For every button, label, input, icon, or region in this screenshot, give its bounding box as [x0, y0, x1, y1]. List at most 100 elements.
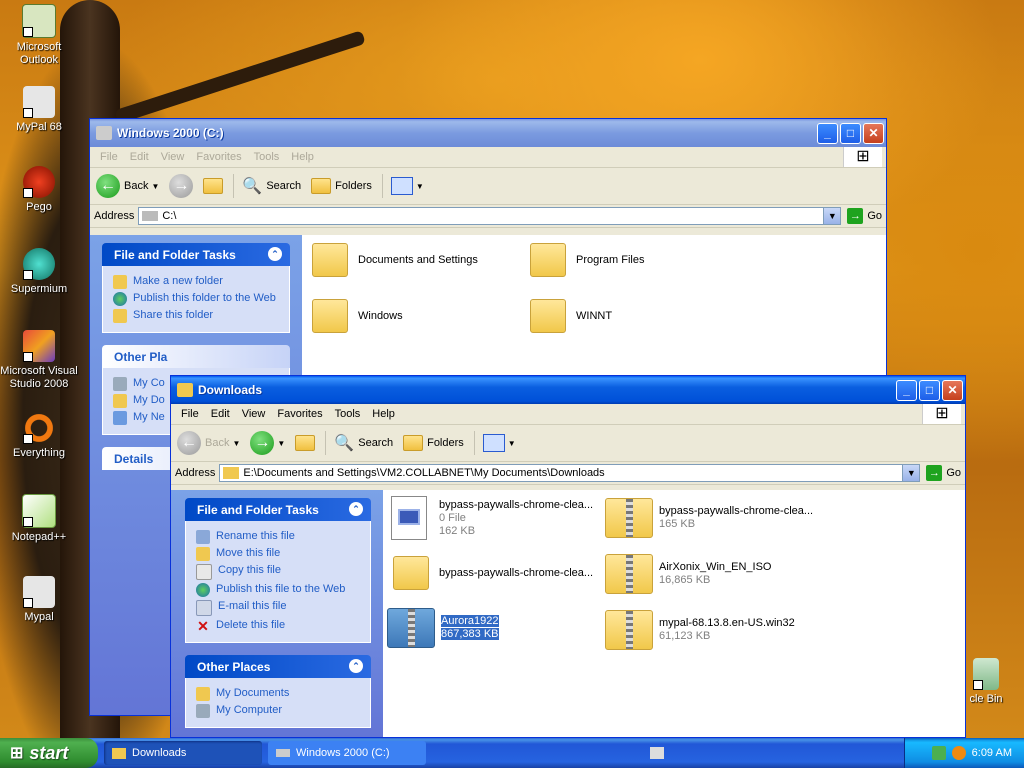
start-label: start — [29, 742, 69, 763]
panel-body: Rename this file Move this file Copy thi… — [185, 521, 371, 643]
folders-button[interactable]: Folders — [311, 178, 372, 194]
folder-item[interactable]: Documents and Settings — [312, 243, 478, 277]
close-button[interactable]: ✕ — [942, 379, 963, 401]
menu-bar: File Edit View Favorites Tools Help ⊞ — [171, 404, 965, 425]
task-copy[interactable]: Copy this file — [196, 564, 360, 580]
file-item[interactable]: AirXonix_Win_EN_ISO 16,865 KB — [605, 554, 772, 594]
explorer-window-downloads[interactable]: Downloads _ □ ✕ File Edit View Favorites… — [170, 375, 966, 738]
clock[interactable]: 6:09 AM — [972, 747, 1012, 759]
back-arrow-icon: ← — [96, 174, 120, 198]
forward-button[interactable]: → — [169, 174, 194, 198]
collapse-icon[interactable]: ⌃ — [349, 659, 363, 673]
folder-item[interactable]: WINNT — [530, 299, 612, 333]
menu-help[interactable]: Help — [366, 408, 401, 420]
folder-icon — [312, 243, 348, 277]
go-button[interactable]: → Go — [847, 208, 882, 224]
minimize-button[interactable]: _ — [817, 122, 838, 144]
back-button[interactable]: ← Back ▼ — [96, 174, 159, 198]
desktop-icon-mypal68[interactable]: MyPal 68 — [0, 86, 78, 134]
panel-header[interactable]: File and Folder Tasks ⌃ — [102, 243, 290, 266]
folder-item[interactable]: bypass-paywalls-chrome-clea... — [393, 556, 593, 590]
up-button[interactable] — [295, 435, 316, 451]
up-button[interactable] — [203, 178, 224, 194]
menu-help[interactable]: Help — [285, 151, 320, 163]
desktop-icon-label: Pego — [26, 201, 52, 213]
menu-edit[interactable]: Edit — [124, 151, 155, 163]
collapse-icon[interactable]: ⌃ — [268, 247, 282, 261]
views-button[interactable]: ▼ — [390, 177, 424, 195]
taskbar-item-c-drive[interactable]: Windows 2000 (C:) — [268, 741, 426, 765]
views-button[interactable]: ▼ — [482, 434, 516, 452]
desktop-icon-notepadpp[interactable]: Notepad++ — [0, 494, 78, 544]
file-name: bypass-paywalls-chrome-clea... — [439, 566, 594, 579]
taskbar-item-label: Downloads — [132, 747, 187, 759]
menu-favorites[interactable]: Favorites — [190, 151, 247, 163]
task-delete[interactable]: ✕ Delete this file — [196, 619, 360, 633]
go-button[interactable]: → Go — [926, 465, 961, 481]
maximize-button[interactable]: □ — [840, 122, 861, 144]
folder-icon — [223, 467, 240, 479]
start-button[interactable]: ⊞ start — [0, 738, 98, 768]
back-button[interactable]: ← Back ▼ — [177, 431, 240, 455]
file-item-selected[interactable]: Aurora1922 867,383 KB — [387, 608, 499, 648]
file-item[interactable]: mypal-68.13.8.en-US.win32 61,123 KB — [605, 610, 795, 650]
menu-file[interactable]: File — [175, 408, 205, 420]
menu-view[interactable]: View — [155, 151, 191, 163]
task-email[interactable]: E-mail this file — [196, 600, 360, 616]
desktop-icon-mypal[interactable]: Mypal — [0, 576, 78, 624]
task-make-folder[interactable]: Make a new folder — [113, 275, 279, 289]
place-label: My Ne — [133, 411, 165, 423]
address-dropdown-icon[interactable]: ▼ — [823, 208, 841, 224]
menu-file[interactable]: File — [94, 151, 124, 163]
folders-button[interactable]: Folders — [403, 435, 464, 451]
file-item[interactable]: bypass-paywalls-chrome-clea... 165 KB — [605, 498, 813, 538]
address-input[interactable]: C:\ ▼ — [138, 207, 842, 225]
task-publish-folder[interactable]: Publish this folder to the Web — [113, 292, 279, 306]
address-dropdown-icon[interactable]: ▼ — [902, 465, 920, 481]
title-bar[interactable]: Downloads _ □ ✕ — [171, 376, 965, 404]
panel-title: Details — [114, 451, 154, 466]
everything-tray-icon[interactable] — [951, 746, 966, 760]
task-move[interactable]: Move this file — [196, 547, 360, 561]
menu-favorites[interactable]: Favorites — [271, 408, 328, 420]
file-label: bypass-paywalls-chrome-clea... — [439, 567, 593, 580]
dropdown-arrow-icon: ▼ — [232, 438, 241, 448]
menu-view[interactable]: View — [236, 408, 272, 420]
other-places-panel: Other Places ⌃ My Documents My Computer — [185, 655, 371, 728]
collapse-icon[interactable]: ⌃ — [349, 502, 363, 516]
panel-header[interactable]: Other Places ⌃ — [185, 655, 371, 678]
place-item[interactable]: My Computer — [196, 704, 360, 718]
maximize-button[interactable]: □ — [919, 379, 940, 401]
taskbar-item-downloads[interactable]: Downloads — [104, 741, 262, 765]
close-button[interactable]: ✕ — [863, 122, 884, 144]
title-bar[interactable]: Windows 2000 (C:) _ □ ✕ — [90, 119, 886, 147]
panel-title: File and Folder Tasks — [197, 502, 319, 517]
task-rename[interactable]: Rename this file — [196, 530, 360, 544]
place-item[interactable]: My Documents — [196, 687, 360, 701]
panel-header[interactable]: Other Pla — [102, 345, 290, 368]
system-tray: 6:09 AM — [904, 738, 1024, 768]
panel-header[interactable]: File and Folder Tasks ⌃ — [185, 498, 371, 521]
forward-button[interactable]: → ▼ — [250, 431, 285, 455]
folder-item[interactable]: Windows — [312, 299, 403, 333]
folder-item[interactable]: Program Files — [530, 243, 644, 277]
desktop-icon-visual-studio[interactable]: Microsoft Visual Studio 2008 — [0, 330, 78, 391]
menu-tools[interactable]: Tools — [329, 408, 367, 420]
new-folder-icon — [113, 275, 127, 289]
keyboard-icon[interactable] — [650, 747, 664, 759]
search-button[interactable]: 🔍 Search — [334, 433, 393, 453]
address-input[interactable]: E:\Documents and Settings\VM2.COLLABNET\… — [219, 464, 921, 482]
menu-edit[interactable]: Edit — [205, 408, 236, 420]
task-share-folder[interactable]: Share this folder — [113, 309, 279, 323]
menu-tools[interactable]: Tools — [248, 151, 286, 163]
search-button[interactable]: 🔍 Search — [242, 176, 301, 196]
network-icon[interactable] — [931, 746, 946, 760]
minimize-button[interactable]: _ — [896, 379, 917, 401]
up-folder-icon — [203, 178, 224, 194]
task-publish[interactable]: Publish this file to the Web — [196, 583, 360, 597]
file-item[interactable]: bypass-paywalls-chrome-clea... 0 File 162 … — [391, 496, 593, 540]
desktop-icon-pego[interactable]: Pego — [0, 166, 78, 214]
desktop-icon-supermium[interactable]: Supermium — [0, 248, 78, 296]
desktop-icon-outlook[interactable]: Microsoft Outlook — [0, 4, 78, 67]
desktop-icon-everything[interactable]: Everything — [0, 412, 78, 460]
